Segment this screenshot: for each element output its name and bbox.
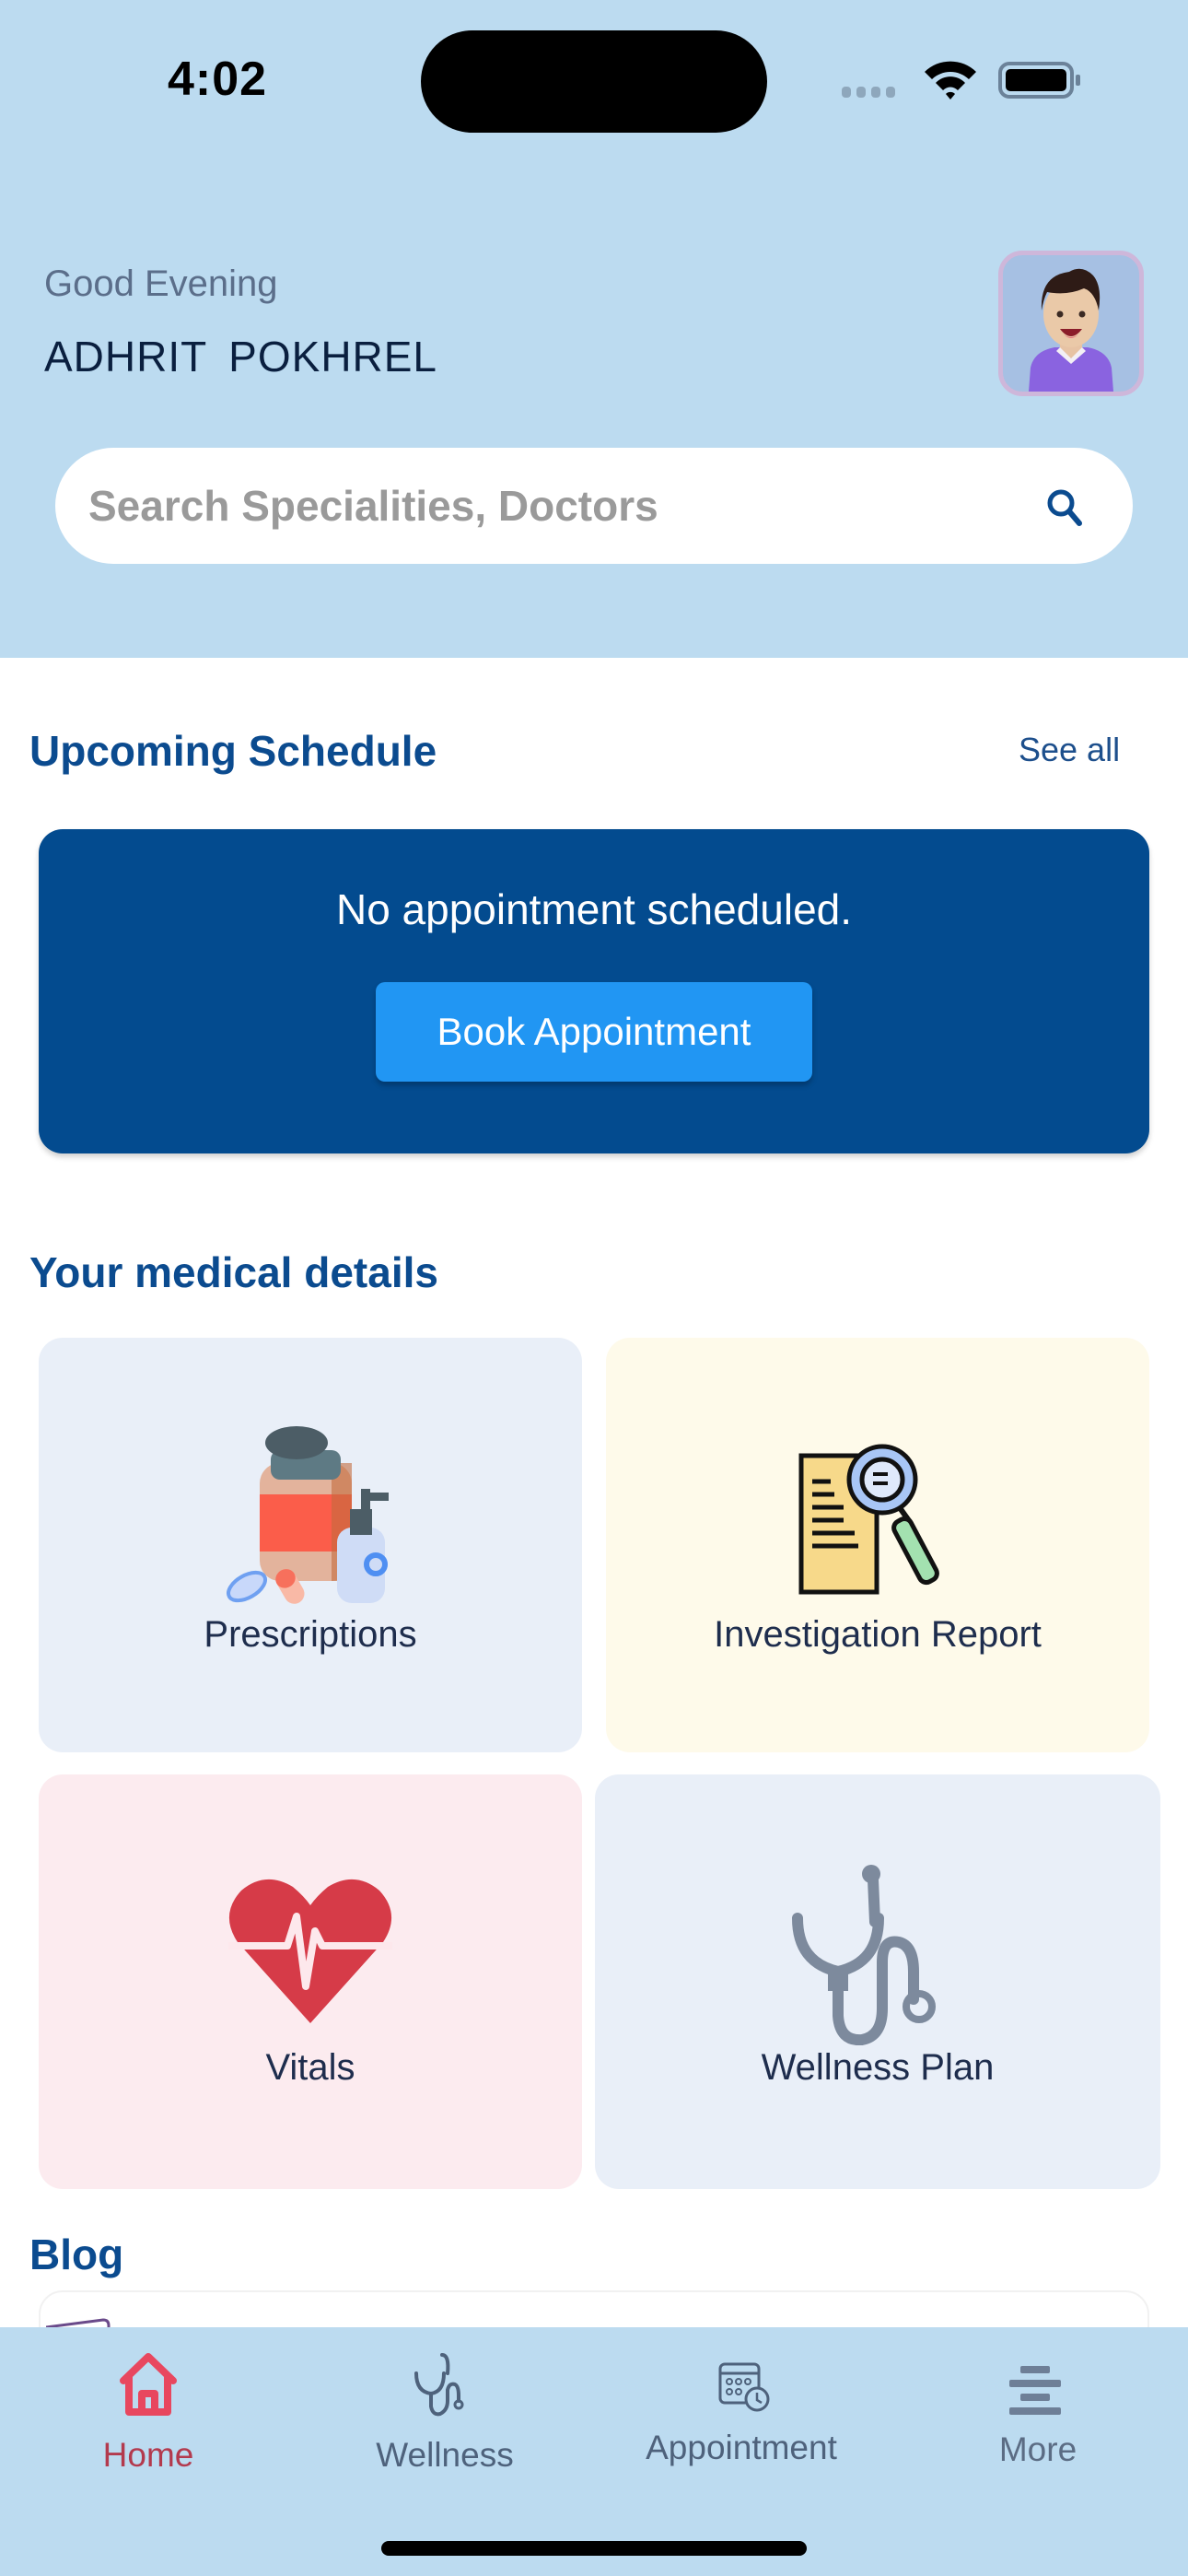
tile-prescriptions[interactable]: Prescriptions bbox=[39, 1338, 582, 1752]
tab-wellness[interactable]: Wellness bbox=[297, 2327, 593, 2493]
user-name: ADHRIT POKHREL bbox=[44, 333, 438, 381]
blog-title: Blog bbox=[29, 2231, 124, 2278]
greeting-text: Good Evening bbox=[44, 263, 278, 304]
home-icon bbox=[120, 2353, 177, 2416]
battery-icon bbox=[998, 62, 1080, 99]
report-magnifier-icon bbox=[798, 1444, 939, 1595]
search-icon[interactable] bbox=[1042, 485, 1089, 531]
tab-home[interactable]: Home bbox=[0, 2327, 297, 2493]
schedule-card: No appointment scheduled. Book Appointme… bbox=[39, 829, 1149, 1153]
book-appointment-button[interactable]: Book Appointment bbox=[376, 982, 812, 1082]
tab-label: Home bbox=[102, 2436, 194, 2474]
home-indicator bbox=[381, 2541, 807, 2556]
menu-lines-icon bbox=[1009, 2366, 1061, 2415]
tile-investigation-report[interactable]: Investigation Report bbox=[606, 1338, 1149, 1752]
tile-vitals[interactable]: Vitals bbox=[39, 1774, 582, 2189]
tile-label: Wellness Plan bbox=[761, 2047, 995, 2088]
stethoscope-icon bbox=[792, 1865, 936, 2045]
tab-label: More bbox=[998, 2430, 1077, 2468]
cellular-signal-icon bbox=[842, 87, 895, 98]
tab-label: Appointment bbox=[646, 2429, 837, 2466]
dynamic-island bbox=[421, 30, 767, 133]
user-avatar-icon bbox=[1029, 268, 1113, 392]
tab-more[interactable]: More bbox=[890, 2327, 1186, 2493]
upcoming-schedule-title: Upcoming Schedule bbox=[29, 727, 437, 775]
tab-label: Wellness bbox=[376, 2436, 514, 2474]
medical-details-title: Your medical details bbox=[29, 1248, 438, 1296]
tile-label: Prescriptions bbox=[204, 1614, 417, 1655]
tab-appointment[interactable]: Appointment bbox=[593, 2327, 890, 2493]
see-all-link[interactable]: See all bbox=[1019, 731, 1120, 769]
calendar-clock-icon bbox=[718, 2362, 770, 2412]
heart-pulse-icon bbox=[228, 1879, 392, 2023]
tile-label: Vitals bbox=[265, 2047, 355, 2088]
avatar[interactable] bbox=[998, 251, 1144, 396]
search-bar[interactable] bbox=[55, 448, 1133, 564]
stethoscope-icon bbox=[414, 2353, 464, 2417]
status-time: 4:02 bbox=[168, 53, 268, 106]
bottom-tab-bar: Home Wellness Appointment More bbox=[0, 2327, 1188, 2576]
search-input[interactable] bbox=[88, 448, 1009, 564]
medicine-bottle-icon bbox=[227, 1426, 389, 1604]
no-appointment-message: No appointment scheduled. bbox=[335, 885, 853, 933]
tile-label: Investigation Report bbox=[714, 1614, 1042, 1655]
tile-wellness-plan[interactable]: Wellness Plan bbox=[595, 1774, 1160, 2189]
wifi-icon bbox=[925, 61, 976, 100]
